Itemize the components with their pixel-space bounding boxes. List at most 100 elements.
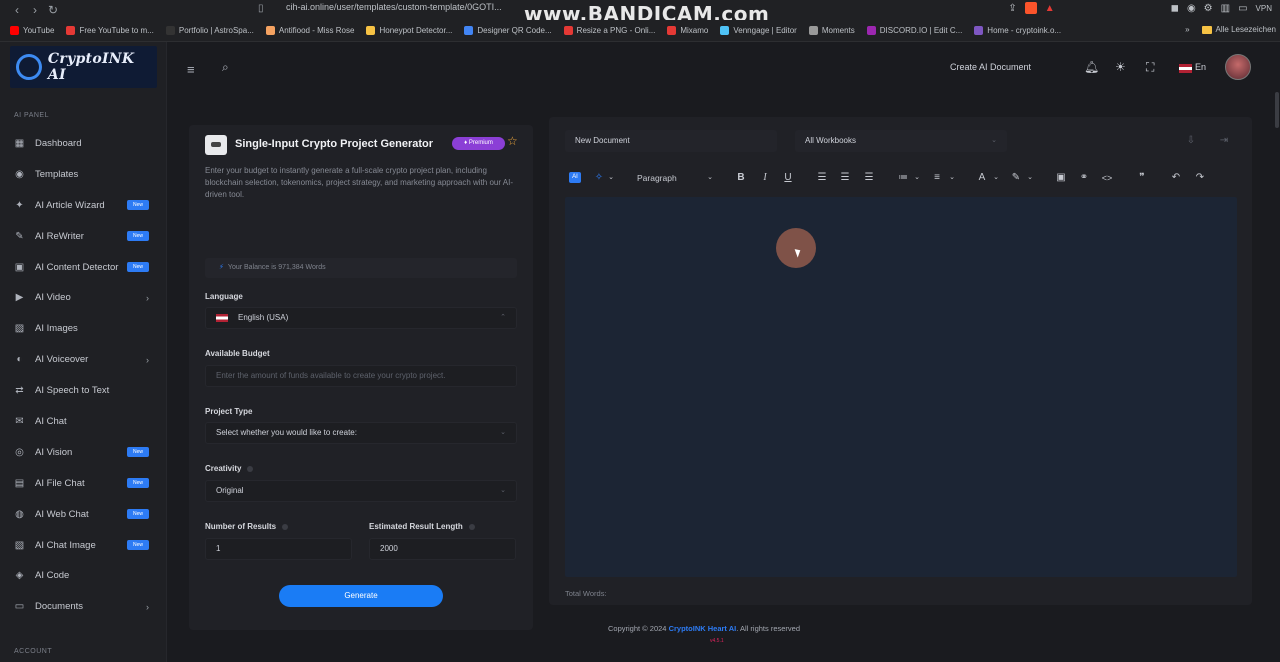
undo-icon[interactable]: ↶	[1170, 167, 1182, 189]
language-select[interactable]: English (USA) ⌃	[205, 307, 517, 329]
alert-icon[interactable]: ▲	[1045, 3, 1055, 14]
address-bar[interactable]: cih-ai.online/user/templates/custom-temp…	[286, 2, 502, 12]
chevron-down-icon[interactable]: ⌄	[913, 167, 921, 189]
align-center-icon[interactable]: ☰	[839, 167, 851, 189]
back-icon[interactable]: ‹	[8, 2, 26, 18]
extension-icon[interactable]: ⚙	[1204, 3, 1213, 14]
document-name-input[interactable]: New Document	[565, 130, 777, 152]
chevron-down-icon[interactable]: ⌄	[1026, 167, 1034, 189]
bookmark-item[interactable]: Venngage | Editor	[720, 26, 797, 35]
logo[interactable]: CryptoINK AI	[10, 46, 157, 88]
bell-icon[interactable]: 🔔︎	[1084, 60, 1099, 74]
bullet-list-icon[interactable]: ≔	[897, 167, 909, 189]
download-icon[interactable]: ⇩	[1180, 130, 1202, 152]
highlight-icon[interactable]: ✎	[1010, 167, 1022, 189]
wallet-icon[interactable]: ▭	[1238, 3, 1247, 14]
bookmark-item[interactable]: Mixamo	[667, 26, 708, 35]
star-icon[interactable]: ☆	[507, 134, 518, 148]
bookmark-item[interactable]: YouTube	[10, 26, 54, 35]
share-icon[interactable]: ⇪	[1008, 3, 1016, 14]
extension-icon[interactable]: ◼	[1171, 3, 1179, 14]
fullscreen-icon[interactable]: ⛶	[1146, 60, 1154, 75]
brave-shield-icon[interactable]	[1024, 2, 1037, 14]
theme-sun-icon[interactable]: ☀	[1115, 60, 1126, 74]
bookmark-item[interactable]: Honeypot Detector...	[366, 26, 452, 35]
info-icon[interactable]	[247, 465, 254, 472]
sidebar-item-ai-code[interactable]: ◈ AI Code	[0, 560, 167, 591]
info-icon[interactable]	[468, 523, 475, 530]
menu-icon[interactable]: ≡	[187, 62, 195, 77]
results-input[interactable]: 1	[205, 538, 352, 560]
ai-tool-button[interactable]: AI	[569, 172, 581, 183]
sidebar-item-ai-chat[interactable]: ✉ AI Chat	[0, 406, 167, 437]
generate-button[interactable]: Generate	[279, 585, 443, 607]
reload-icon[interactable]: ↻	[44, 2, 62, 18]
bookmark-item[interactable]: Antifiood - Miss Rose	[265, 26, 354, 35]
chevron-down-icon[interactable]: ⌄	[607, 167, 615, 189]
sidebar-item-ai-chat-image[interactable]: ▧ AI Chat Image New	[0, 530, 167, 561]
project-type-select[interactable]: Select whether you would like to create:…	[205, 422, 517, 444]
sidebar-item-ai-content-detector[interactable]: ▣ AI Content Detector New	[0, 252, 167, 283]
bookmark-item[interactable]: Moments	[808, 26, 855, 35]
search-icon[interactable]: ⌕	[222, 60, 229, 75]
code-icon[interactable]: <>	[1100, 167, 1114, 189]
bookmark-item[interactable]: DISCORD.IO | Edit C...	[866, 26, 962, 35]
bookmark-item[interactable]: Portfolio | AstroSpa...	[165, 26, 254, 35]
forward-icon[interactable]: ›	[26, 2, 44, 18]
language-selector[interactable]: En	[1195, 62, 1206, 72]
us-flag-icon[interactable]	[1179, 64, 1192, 73]
scrollbar-thumb[interactable]	[1275, 92, 1279, 128]
workbook-select[interactable]: All Workbooks ⌄	[795, 130, 1007, 152]
bookmark-item[interactable]: Home - cryptoink.o...	[974, 26, 1061, 35]
quote-icon[interactable]: ❞	[1136, 167, 1148, 189]
editor-content-area[interactable]	[565, 197, 1237, 577]
sidebar-item-ai-vision[interactable]: ◎ AI Vision New	[0, 437, 167, 468]
info-icon[interactable]	[282, 523, 289, 530]
creativity-select[interactable]: Original ⌄	[205, 480, 517, 502]
sidebar-item-ai-article-wizard[interactable]: ✦ AI Article Wizard New	[0, 190, 167, 221]
link-icon[interactable]: ⚭	[1078, 167, 1090, 189]
italic-icon[interactable]: I	[759, 167, 771, 189]
avatar[interactable]	[1225, 54, 1251, 80]
numbered-list-icon[interactable]: ≡	[931, 167, 943, 189]
bookmark-label: Home - cryptoink.o...	[987, 26, 1062, 35]
chevron-down-icon: ⌄	[500, 429, 506, 436]
chevron-down-icon[interactable]: ⌄	[992, 167, 1000, 189]
sidebar-item-ai-web-chat[interactable]: ◍ AI Web Chat New	[0, 499, 167, 530]
magic-wand-icon[interactable]: ✧	[593, 167, 605, 189]
sidebar-item-ai-images[interactable]: ▨ AI Images	[0, 313, 167, 344]
sidebar-item-ai-speech-to-text[interactable]: ⇄ AI Speech to Text	[0, 375, 167, 406]
vpn-badge[interactable]: VPN	[1256, 4, 1272, 13]
sidebar-item-templates[interactable]: ◉ Templates	[0, 159, 167, 190]
bookmark-item[interactable]: Resize a PNG - Onli...	[563, 26, 655, 35]
bold-icon[interactable]: B	[735, 167, 747, 189]
align-left-icon[interactable]: ☰	[816, 167, 828, 189]
sidebar-item-ai-voiceover[interactable]: ◐ AI Voiceover ›	[0, 344, 167, 375]
redo-icon[interactable]: ↷	[1194, 167, 1206, 189]
sidebar-item-ai-rewriter[interactable]: ✎ AI ReWriter New	[0, 221, 167, 252]
scrollbar[interactable]	[1274, 42, 1280, 662]
sidebar-item-ai-video[interactable]: ▶ AI Video ›	[0, 282, 167, 313]
bookmark-item[interactable]: Designer QR Code...	[464, 26, 552, 35]
bookmark-icon[interactable]: ▯	[258, 3, 264, 14]
bookmark-item[interactable]: Free YouTube to m...	[66, 26, 154, 35]
sidebar-item-ai-file-chat[interactable]: ▤ AI File Chat New	[0, 468, 167, 499]
image-icon[interactable]: ▣	[1055, 167, 1067, 189]
text-color-icon[interactable]: A	[976, 167, 988, 189]
chevron-down-icon[interactable]: ⌄	[948, 167, 956, 189]
more-bookmarks-icon[interactable]: »	[1185, 25, 1189, 34]
create-ai-document-link[interactable]: Create AI Document	[950, 62, 1031, 72]
chevron-down-icon[interactable]: ⌄	[705, 167, 715, 189]
paragraph-select[interactable]: Paragraph	[637, 167, 697, 189]
length-input[interactable]: 2000	[369, 538, 516, 560]
extension-icon[interactable]: ◉	[1187, 3, 1196, 14]
sidebar-item-documents[interactable]: ▭ Documents ›	[0, 591, 167, 622]
align-right-icon[interactable]: ☰	[863, 167, 875, 189]
save-icon[interactable]: ⇥	[1213, 130, 1235, 152]
sidebar-toggle-icon[interactable]: ▥	[1221, 3, 1230, 14]
footer-brand-link[interactable]: CryptoINK Heart AI	[669, 624, 737, 633]
budget-input[interactable]: Enter the amount of funds available to c…	[205, 365, 517, 387]
underline-icon[interactable]: U	[782, 167, 794, 189]
sidebar-item-dashboard[interactable]: ▦ Dashboard	[0, 128, 167, 159]
all-bookmarks[interactable]: » Alle Lesezeichen	[1185, 25, 1276, 34]
